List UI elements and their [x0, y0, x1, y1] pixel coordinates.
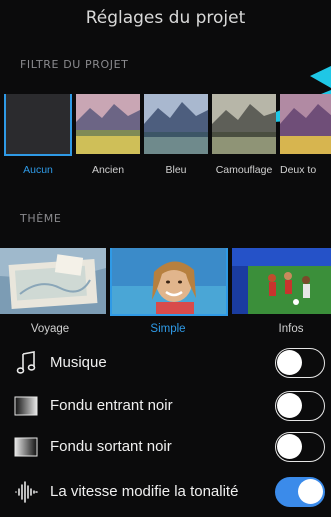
setting-label-fade-out: Fondu sortant noir	[50, 438, 172, 455]
fade-in-icon	[14, 396, 38, 416]
waveform-icon	[15, 481, 38, 503]
toggle-knob	[298, 479, 323, 504]
filter-strip[interactable]: Aucun Ancien Bleu Camouflage Deux to	[0, 94, 331, 184]
filter-label: Deux to	[280, 164, 317, 176]
filter-thumb-deux-tons	[280, 94, 331, 154]
toggle-knob	[277, 350, 302, 375]
music-toggle[interactable]	[275, 348, 325, 378]
setting-label-music: Musique	[50, 354, 107, 371]
speed-pitch-toggle[interactable]	[275, 477, 325, 507]
filter-thumb-ancien	[76, 94, 140, 154]
music-note-icon	[16, 351, 36, 374]
page-title: Réglages du projet	[85, 8, 246, 28]
theme-label-voyage: Voyage	[30, 323, 70, 335]
fade-in-toggle[interactable]	[275, 391, 325, 421]
filter-label: Camouflage	[215, 164, 273, 176]
setting-row-speed-pitch: La vitesse modifie la tonalité	[0, 472, 331, 512]
setting-row-fade-in: Fondu entrant noir	[0, 386, 331, 426]
theme-thumb-infos	[232, 248, 331, 314]
toggle-knob	[277, 434, 302, 459]
filter-thumb-camouflage	[212, 94, 276, 154]
fade-out-toggle[interactable]	[275, 432, 325, 462]
setting-label-speed-pitch: La vitesse modifie la tonalité	[50, 483, 239, 500]
theme-label-infos: Infos	[278, 323, 304, 335]
theme-section-label: THÈME	[20, 212, 62, 225]
setting-row-music: Musique	[0, 343, 331, 383]
fade-out-icon	[14, 437, 38, 457]
theme-label-simple: Simple	[150, 323, 186, 335]
filter-thumb-aucun	[4, 94, 72, 156]
toggle-knob	[277, 393, 302, 418]
theme-item-infos[interactable]	[232, 248, 331, 314]
theme-thumb-simple	[112, 248, 226, 314]
theme-item-voyage[interactable]	[0, 248, 106, 314]
theme-thumb-voyage	[0, 248, 106, 314]
filters-section-label: FILTRE DU PROJET	[20, 58, 129, 71]
theme-item-simple[interactable]	[110, 248, 228, 316]
setting-label-fade-in: Fondu entrant noir	[50, 397, 173, 414]
setting-row-fade-out: Fondu sortant noir	[0, 427, 331, 467]
filter-thumb-bleu	[144, 94, 208, 154]
